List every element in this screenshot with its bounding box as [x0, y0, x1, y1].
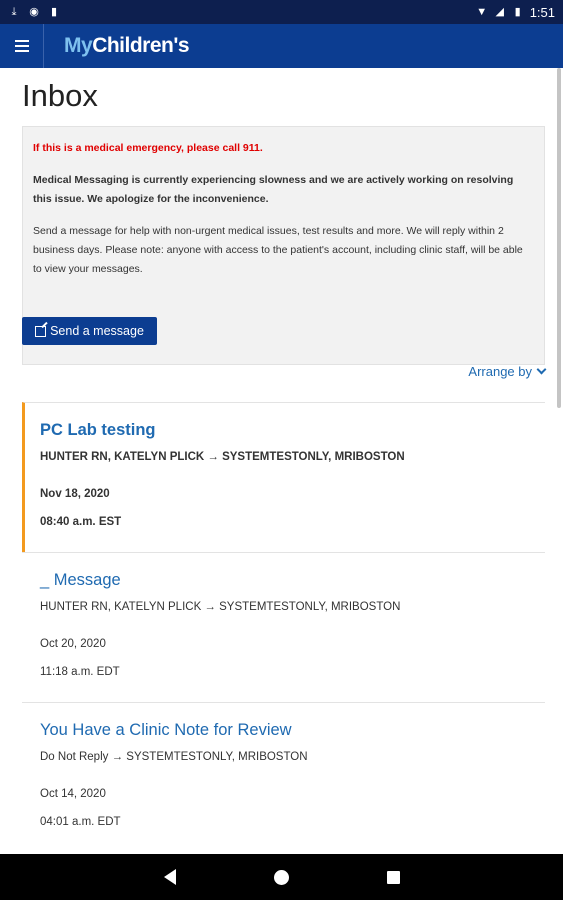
- status-time: 1:51: [529, 4, 555, 20]
- hamburger-icon: [14, 40, 29, 52]
- battery-icon: ▮: [514, 6, 521, 18]
- chevron-down-icon: [536, 364, 547, 375]
- message-list: PC Lab testing HUNTER RN, KATELYN PLICK …: [22, 402, 545, 852]
- back-icon[interactable]: [163, 869, 176, 885]
- message-subject[interactable]: _ Message: [40, 570, 527, 590]
- sync-icon: ◉: [29, 6, 39, 18]
- message-item[interactable]: _ Message HUNTER RN, KATELYN PLICK → SYS…: [22, 552, 545, 702]
- download-icon: ⤓: [11, 6, 17, 18]
- message-time: 04:01 a.m. EDT: [40, 816, 121, 828]
- slowness-notice: Medical Messaging is currently experienc…: [33, 174, 514, 205]
- arrange-by-dropdown[interactable]: Arrange by: [468, 364, 547, 379]
- android-nav-bar: [0, 854, 563, 900]
- message-route: HUNTER RN, KATELYN PLICK → SYSTEMTESTONL…: [40, 451, 405, 463]
- message-date: Nov 18, 2020: [40, 488, 110, 500]
- status-bar: ⤓ ◉ ▮ ▼ ◢ ▮ 1:51: [0, 0, 563, 24]
- message-date: Oct 20, 2020: [40, 638, 106, 650]
- message-route: HUNTER RN, KATELYN PLICK → SYSTEMTESTONL…: [40, 601, 401, 613]
- message-subject[interactable]: PC Lab testing: [40, 420, 527, 440]
- menu-button[interactable]: [0, 24, 44, 68]
- message-route: Do Not Reply → SYSTEMTESTONLY, MRIBOSTON: [40, 751, 308, 763]
- info-notice: Send a message for help with non-urgent …: [33, 225, 523, 275]
- message-item[interactable]: PC Lab testing HUNTER RN, KATELYN PLICK …: [22, 402, 545, 552]
- brand-logo[interactable]: MyChildren's: [64, 34, 190, 58]
- page-title: Inbox: [22, 78, 98, 113]
- message-item[interactable]: You Have a Clinic Note for Review Do Not…: [22, 702, 545, 852]
- recent-apps-icon[interactable]: [386, 870, 400, 884]
- app-header: MyChildren's: [0, 24, 563, 68]
- home-icon[interactable]: [273, 869, 289, 885]
- emergency-notice: If this is a medical emergency, please c…: [33, 142, 263, 154]
- send-message-button[interactable]: Send a message: [22, 317, 157, 345]
- message-subject[interactable]: You Have a Clinic Note for Review: [40, 720, 527, 740]
- message-time: 08:40 a.m. EST: [40, 516, 122, 528]
- scrollbar[interactable]: [557, 68, 561, 408]
- message-date: Oct 14, 2020: [40, 788, 106, 800]
- signal-icon: ◢: [495, 6, 504, 18]
- wifi-icon: ▼: [476, 6, 488, 18]
- compose-icon: [35, 325, 47, 337]
- sd-card-icon: ▮: [50, 6, 58, 18]
- message-time: 11:18 a.m. EDT: [40, 666, 120, 678]
- main-content: Inbox If this is a medical emergency, pl…: [0, 68, 556, 854]
